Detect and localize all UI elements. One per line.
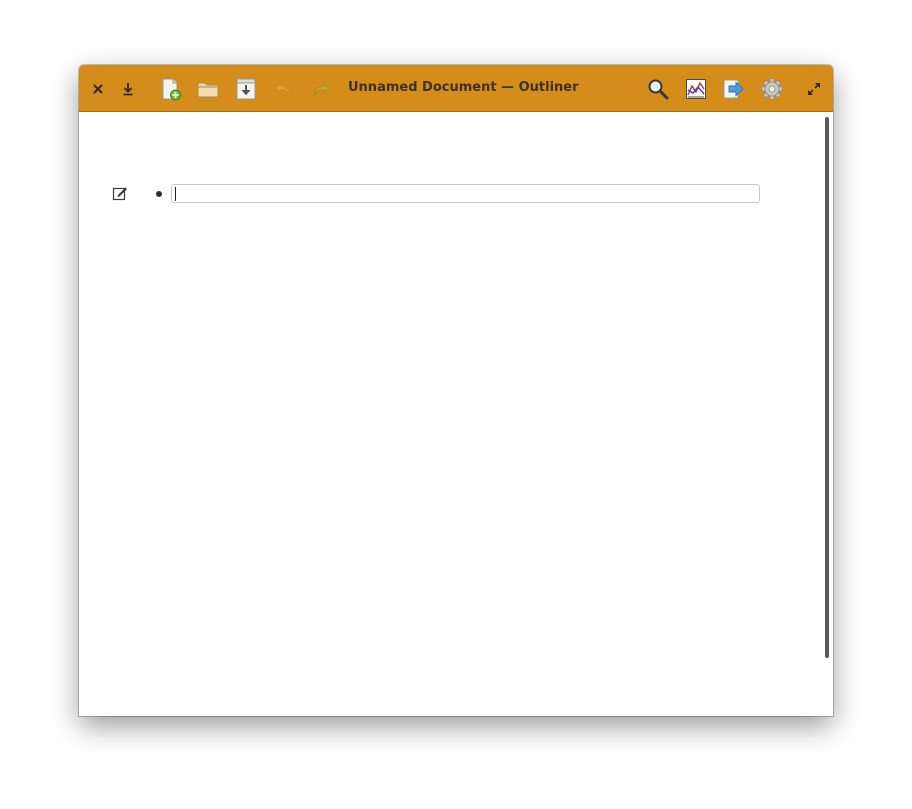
search-icon (648, 79, 669, 100)
edit-item-button[interactable] (112, 185, 128, 201)
text-caret (175, 187, 176, 201)
export-button[interactable] (721, 76, 747, 102)
undo-button[interactable] (271, 76, 297, 102)
import-button[interactable] (233, 76, 259, 102)
outline-bullet (156, 191, 162, 197)
gear-icon (761, 78, 783, 100)
chart-icon (686, 79, 706, 99)
outliner-window: Unnamed Document — Outliner (79, 65, 833, 716)
close-icon (93, 84, 103, 94)
outline-item-input[interactable] (171, 184, 760, 203)
undo-icon (275, 81, 292, 96)
redo-button[interactable] (308, 76, 334, 102)
new-document-button[interactable] (158, 76, 184, 102)
fullscreen-button[interactable] (801, 76, 827, 102)
redo-icon (313, 81, 330, 96)
headerbar: Unnamed Document — Outliner (79, 65, 833, 112)
search-button[interactable] (645, 76, 671, 102)
close-button[interactable] (85, 76, 111, 102)
outline-content (79, 112, 833, 716)
fullscreen-icon (808, 83, 820, 95)
settings-button[interactable] (759, 76, 785, 102)
save-button[interactable] (115, 76, 141, 102)
export-arrow-icon (723, 79, 744, 99)
open-folder-button[interactable] (195, 76, 221, 102)
window-title: Unnamed Document — Outliner (348, 80, 579, 95)
new-document-icon (162, 78, 181, 101)
statistics-button[interactable] (683, 76, 709, 102)
import-document-icon (236, 78, 256, 100)
download-arrow-icon (123, 83, 133, 96)
folder-icon (197, 82, 219, 98)
edit-note-icon (112, 187, 127, 201)
vertical-scrollbar[interactable] (825, 117, 829, 658)
